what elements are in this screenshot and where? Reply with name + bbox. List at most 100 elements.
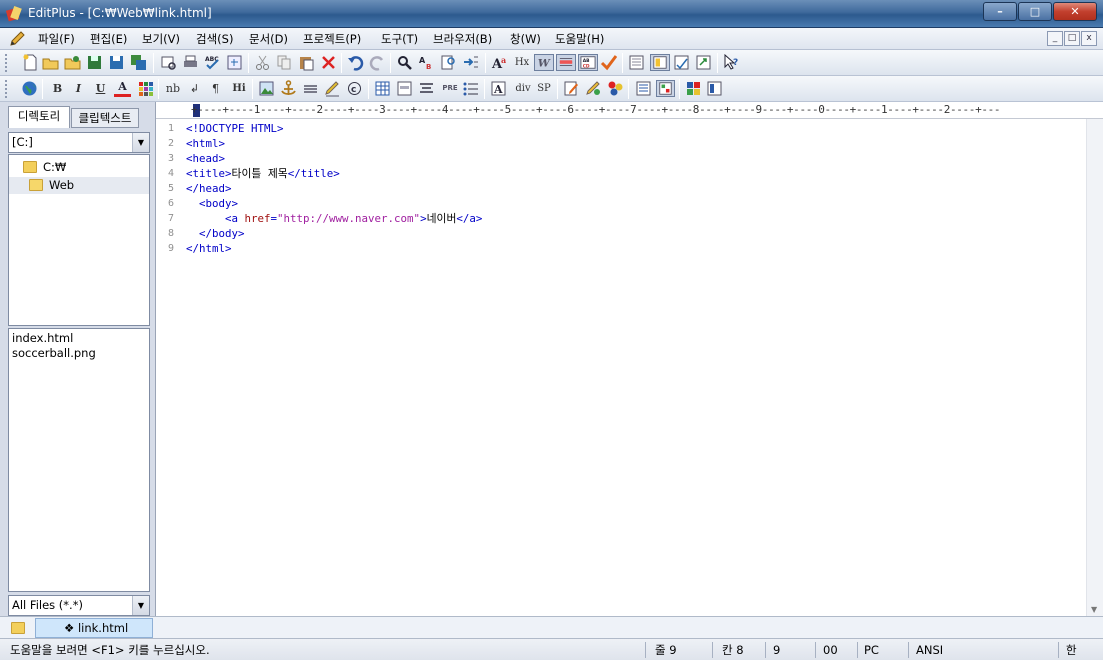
directory-window-icon[interactable] [650, 54, 670, 71]
div-button[interactable]: div [512, 80, 534, 97]
style-edit-icon[interactable] [563, 80, 580, 97]
toolbar-customize-icon[interactable] [635, 80, 652, 97]
bulleted-list-icon[interactable] [462, 80, 479, 97]
copy-icon[interactable] [276, 54, 293, 71]
preformatted-button[interactable]: PRE [440, 80, 460, 97]
find-in-files-icon[interactable] [440, 54, 457, 71]
underline-button[interactable]: U [92, 80, 109, 97]
menu-project[interactable]: 프로젝트(P) [303, 31, 361, 47]
context-help-icon[interactable]: ? [723, 54, 740, 71]
menu-window[interactable]: 창(W) [510, 31, 541, 47]
file-filter-select[interactable]: All Files (*.*) ▼ [8, 595, 150, 616]
menu-help[interactable]: 도움말(H) [555, 31, 604, 47]
paste-icon[interactable] [298, 54, 315, 71]
save-remote-icon[interactable] [86, 54, 103, 71]
close-button[interactable]: ✕ [1053, 2, 1097, 21]
scroll-down-arrow-icon[interactable]: ▼ [1091, 605, 1097, 614]
word-wrap-icon[interactable]: W [534, 54, 554, 71]
heading-button[interactable]: Hi [229, 80, 249, 97]
goto-line-icon[interactable] [462, 54, 479, 71]
folder-icon[interactable] [11, 622, 25, 634]
line-number-icon[interactable] [556, 54, 576, 71]
tree-item-c-drive[interactable]: C:₩ [23, 159, 66, 176]
cliptext-window-icon[interactable] [628, 54, 645, 71]
cut-icon[interactable] [254, 54, 271, 71]
code-tag: <title> [186, 167, 232, 180]
html-toolbar-toggle-icon[interactable] [656, 80, 675, 97]
output-window-icon[interactable] [673, 54, 690, 71]
font-icon[interactable]: Aa [491, 54, 508, 71]
new-file-icon[interactable] [22, 54, 39, 71]
tab-cliptext[interactable]: 클립텍스트 [71, 108, 139, 128]
document-tab-link-html[interactable]: ❖ link.html [35, 618, 153, 638]
code-editor[interactable]: +----+----1----+----2----+----3----+----… [155, 102, 1103, 616]
line-break-button[interactable]: ↲ [186, 80, 203, 97]
form-icon[interactable] [396, 80, 413, 97]
code-tag: <a [186, 212, 245, 225]
code-line: <head> [186, 152, 226, 165]
status-mode: 00 [823, 643, 838, 657]
mdi-minimize-button[interactable]: _ [1047, 31, 1063, 46]
menu-browser[interactable]: 브라우저(B) [433, 31, 492, 47]
menu-file[interactable]: 파일(F) [38, 31, 75, 47]
redo-icon[interactable] [369, 54, 386, 71]
tab-directory[interactable]: 디렉토리 [8, 106, 70, 128]
fullscreen-icon[interactable] [695, 54, 712, 71]
horizontal-rule-icon[interactable] [302, 80, 319, 97]
paragraph-button[interactable]: ¶ [207, 80, 224, 97]
menu-document[interactable]: 문서(D) [249, 31, 288, 47]
replace-icon[interactable]: AB [418, 54, 435, 71]
comment-icon[interactable] [324, 80, 341, 97]
list-item[interactable]: soccerball.png [12, 346, 96, 361]
list-align-icon[interactable] [418, 80, 435, 97]
open-file-icon[interactable] [42, 54, 59, 71]
italic-button[interactable]: I [70, 80, 87, 97]
bold-button[interactable]: B [49, 80, 66, 97]
table-icon[interactable] [374, 80, 391, 97]
delete-icon[interactable] [320, 54, 337, 71]
minimize-button[interactable]: – [983, 2, 1017, 21]
tree-item-web[interactable]: Web [9, 177, 149, 194]
vertical-scrollbar[interactable]: ▼ [1086, 119, 1103, 616]
maximize-button[interactable]: □ [1018, 2, 1052, 21]
font-tag-icon[interactable]: A [490, 80, 507, 97]
anchor-icon[interactable] [280, 80, 297, 97]
save-all-icon[interactable] [130, 54, 147, 71]
menu-view[interactable]: 보기(V) [142, 31, 180, 47]
status-ime: 한 [1066, 643, 1077, 657]
color-boxes-icon[interactable] [685, 80, 702, 97]
chevron-down-icon[interactable]: ▼ [132, 133, 149, 152]
mdi-close-button[interactable]: x [1081, 31, 1097, 46]
script-icon[interactable] [607, 80, 624, 97]
window-layout-icon[interactable] [706, 80, 723, 97]
css-icon[interactable] [585, 80, 602, 97]
drive-select[interactable]: [C:] ▼ [8, 132, 150, 153]
mdi-restore-button[interactable]: □ [1064, 31, 1080, 46]
spell-check-icon[interactable]: ABC [204, 54, 221, 71]
color-picker-icon[interactable] [137, 80, 154, 97]
print-preview-icon[interactable] [160, 54, 177, 71]
save-icon[interactable] [108, 54, 125, 71]
span-button[interactable]: SP [534, 80, 554, 97]
column-select-icon[interactable]: ABCD [578, 54, 598, 71]
line-number: 7 [167, 213, 174, 224]
special-char-icon[interactable]: c [346, 80, 363, 97]
menu-edit[interactable]: 편집(E) [90, 31, 127, 47]
font-color-button[interactable]: A [114, 80, 131, 97]
browser-preview-icon[interactable] [21, 80, 38, 97]
toolbar-grip[interactable] [5, 80, 8, 98]
open-remote-icon[interactable] [64, 54, 81, 71]
menu-tools[interactable]: 도구(T) [381, 31, 418, 47]
find-icon[interactable] [396, 54, 413, 71]
menu-search[interactable]: 검색(S) [196, 31, 233, 47]
undo-icon[interactable] [347, 54, 364, 71]
nbsp-button[interactable]: nb [163, 80, 183, 97]
spell-check-mark-icon[interactable] [600, 54, 617, 71]
hex-view-icon[interactable]: Hx [512, 54, 532, 71]
list-item[interactable]: index.html [12, 331, 73, 346]
toggle-html-icon[interactable] [226, 54, 243, 71]
toolbar-grip[interactable] [5, 54, 8, 72]
chevron-down-icon[interactable]: ▼ [132, 596, 149, 615]
print-icon[interactable] [182, 54, 199, 71]
image-icon[interactable] [258, 80, 275, 97]
